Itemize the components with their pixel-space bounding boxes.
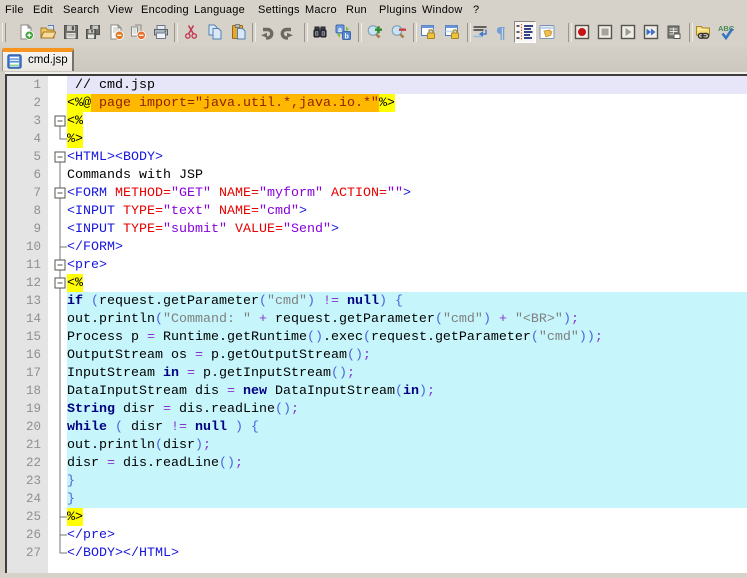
svg-text:¶: ¶: [496, 24, 506, 40]
svg-text:b: b: [345, 34, 349, 41]
